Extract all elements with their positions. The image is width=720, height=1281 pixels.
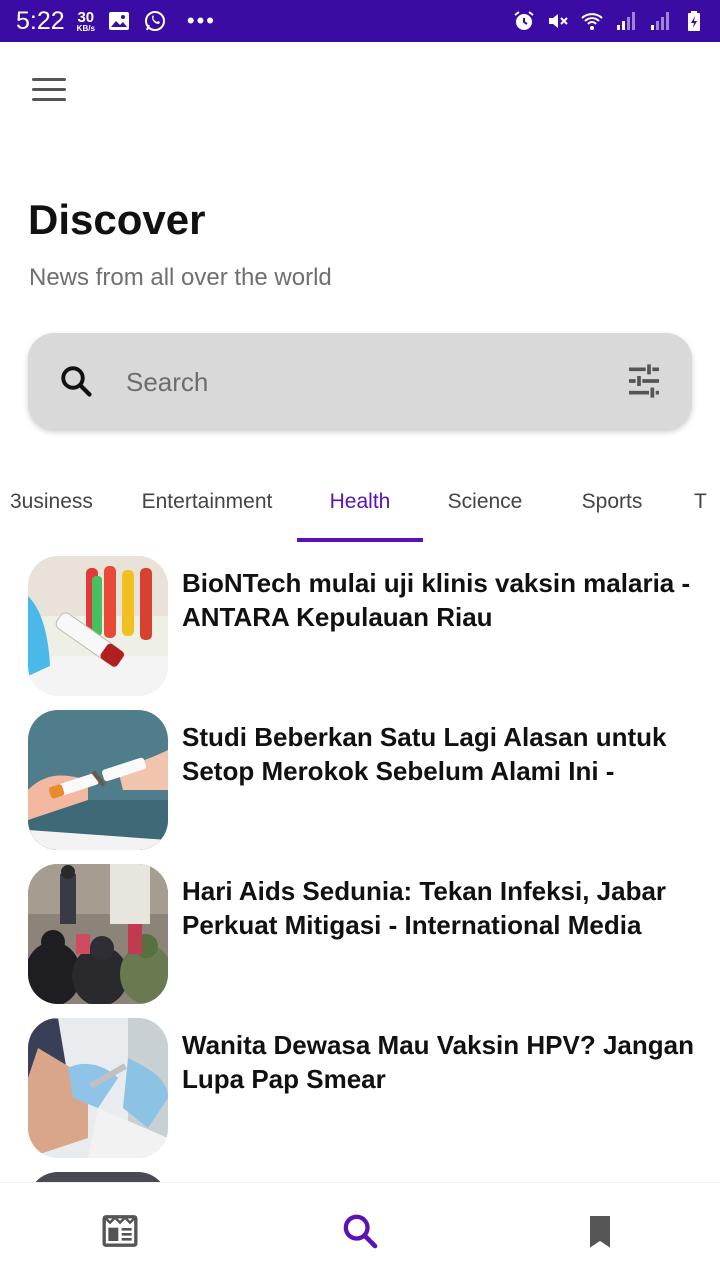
more-dots-icon: •••: [186, 8, 217, 33]
bottom-nav: [0, 1182, 720, 1281]
network-speed: 30 KB/s: [77, 10, 95, 33]
news-thumbnail: [28, 864, 168, 1004]
news-title: Hari Aids Sedunia: Tekan Infeksi, Jabar …: [182, 876, 667, 940]
tab-t[interactable]: T: [694, 470, 720, 536]
filter-sliders-icon[interactable]: [624, 361, 664, 401]
active-tab-indicator: [297, 538, 423, 542]
news-thumbnail: [28, 710, 168, 850]
tab-health[interactable]: Health: [297, 470, 423, 536]
wifi-icon: [581, 13, 603, 30]
signal-icon: [617, 12, 635, 30]
news-thumbnail: [28, 556, 168, 696]
news-title: Wanita Dewasa Mau Vaksin HPV? Jangan Lup…: [182, 1030, 694, 1094]
news-item[interactable]: [0, 1172, 720, 1182]
news-item[interactable]: Hari Aids Sedunia: Tekan Infeksi, Jabar …: [0, 864, 720, 1006]
news-thumbnail: [28, 1172, 168, 1182]
news-thumbnail: [28, 1018, 168, 1158]
tab-business[interactable]: 3usiness: [10, 470, 100, 536]
mute-icon: [549, 14, 568, 28]
page-subtitle: News from all over the world: [29, 264, 332, 291]
image-icon: [108, 12, 129, 30]
bookmark-icon[interactable]: [580, 1211, 620, 1251]
news-item[interactable]: Wanita Dewasa Mau Vaksin HPV? Jangan Lup…: [0, 1018, 720, 1160]
news-title: Studi Beberkan Satu Lagi Alasan untuk Se…: [182, 722, 667, 786]
news-title: BioNTech mulai uji klinis vaksin malaria…: [182, 568, 691, 632]
tab-entertainment[interactable]: Entertainment: [128, 470, 286, 536]
news-item[interactable]: Studi Beberkan Satu Lagi Alasan untuk Se…: [0, 710, 720, 852]
status-bar: 5:22 30 KB/s •••: [0, 0, 720, 42]
category-tabs: 3usiness Entertainment Health Science Sp…: [0, 470, 720, 544]
tab-sports[interactable]: Sports: [562, 470, 662, 536]
menu-icon[interactable]: [30, 76, 68, 106]
search-icon[interactable]: [340, 1211, 380, 1251]
search-input[interactable]: [124, 355, 598, 409]
status-time: 5:22: [16, 6, 65, 35]
network-speed-unit: KB/s: [76, 23, 95, 33]
signal-icon: [651, 12, 669, 30]
alarm-icon: [514, 11, 534, 30]
battery-charging-icon: [688, 11, 700, 31]
news-item[interactable]: BioNTech mulai uji klinis vaksin malaria…: [0, 556, 720, 698]
search-icon: [61, 366, 92, 397]
whatsapp-icon: [144, 11, 165, 31]
page-title: Discover: [28, 196, 206, 243]
network-speed-value: 30: [77, 8, 95, 26]
newspaper-icon[interactable]: [100, 1211, 140, 1251]
tab-science[interactable]: Science: [433, 470, 537, 536]
search-bar[interactable]: [28, 333, 692, 429]
